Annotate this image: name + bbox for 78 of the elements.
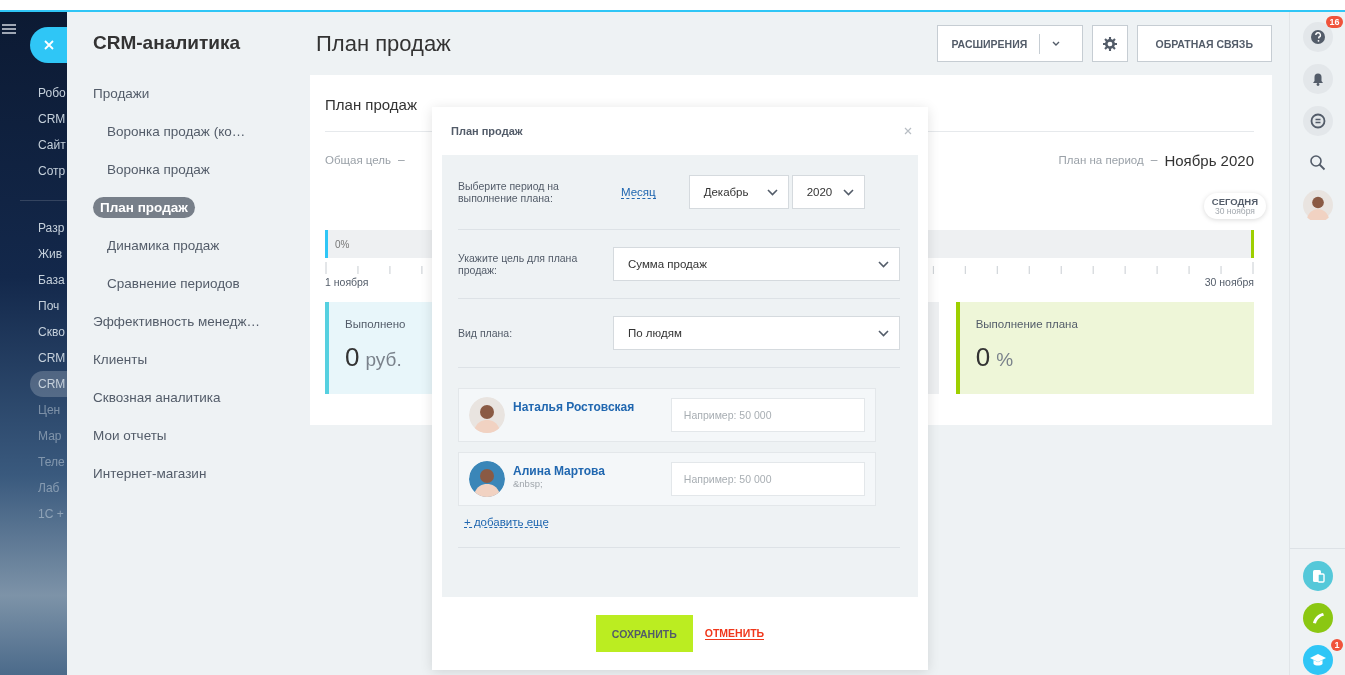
page-title: План продаж <box>316 30 451 57</box>
menu-item[interactable]: Поч <box>30 293 67 319</box>
amount-field[interactable]: Например: 50 000 <box>670 462 865 496</box>
menu-icon[interactable] <box>2 24 16 34</box>
dash-mark: – <box>1150 153 1158 167</box>
menu-item[interactable]: CRM <box>30 106 67 132</box>
today-line <box>1251 230 1254 258</box>
add-more-link[interactable]: + добавить еще <box>464 516 549 528</box>
nav-item[interactable]: Мои отчеты <box>93 424 167 446</box>
nav-item[interactable]: Воронка продаж <box>107 158 210 180</box>
dropdown[interactable]: 2020 <box>791 175 865 209</box>
date-label: 1 ноября <box>325 276 369 288</box>
amount-field[interactable]: Например: 50 000 <box>670 398 865 432</box>
goal-label: Общая цель <box>325 154 391 166</box>
dropdown[interactable]: По людям <box>613 316 900 350</box>
period-value: Ноябрь 2020 <box>1164 151 1254 169</box>
stat-unit: % <box>996 349 1014 371</box>
person-name[interactable]: Наталья Ростовская <box>513 400 663 414</box>
settings-button[interactable] <box>1091 25 1128 62</box>
field-label: Выберите период на выполнение плана: <box>458 179 560 205</box>
today-date: 30 ноября <box>1214 207 1255 216</box>
nav-item[interactable]: Воронка продаж (ко… <box>107 120 246 142</box>
nav-item[interactable]: Сравнение периодов <box>107 272 240 294</box>
stat-label: Выполнено <box>345 318 407 330</box>
menu-item[interactable]: Робо <box>30 80 67 106</box>
menu-item[interactable]: Скво <box>30 319 67 345</box>
save-button[interactable]: СОХРАНИТЬ <box>595 615 693 652</box>
nav-item[interactable]: Клиенты <box>93 348 148 370</box>
caret-icon <box>1052 41 1061 46</box>
nav-item[interactable]: План продаж <box>93 196 195 218</box>
nav-item[interactable]: Продажи <box>93 82 150 104</box>
menu-item[interactable]: CRM <box>30 345 67 371</box>
field-label: Вид плана: <box>458 326 514 340</box>
menu-item[interactable]: База <box>30 267 67 293</box>
menu-item[interactable]: Жив <box>30 241 67 267</box>
panel-title: CRM-аналитика <box>93 32 242 54</box>
count-badge: 1 <box>1331 639 1343 651</box>
person-name[interactable]: Алина Мартова <box>513 464 663 478</box>
card-title: План продаж <box>325 94 417 113</box>
chevron-icon <box>766 188 778 196</box>
chevron-icon <box>878 260 889 268</box>
count-badge: 16 <box>1326 16 1343 28</box>
menu-item[interactable]: Разр <box>30 215 67 241</box>
period-link[interactable]: Месяц <box>621 185 656 199</box>
nav-item[interactable]: Сквозная аналитика <box>93 386 221 408</box>
chevron-icon <box>842 188 854 196</box>
chevron-icon <box>878 329 889 337</box>
chat-icon[interactable] <box>1302 106 1333 136</box>
nav-item[interactable]: Динамика продаж <box>107 234 220 256</box>
period-label: План на период <box>1058 154 1144 166</box>
user-avatar[interactable] <box>1302 190 1333 220</box>
extensions-button[interactable]: РАСШИРЕНИЯ <box>936 25 1083 62</box>
avatar-icon <box>469 461 505 497</box>
person-subtitle: &nbsp; <box>513 478 544 489</box>
close-button[interactable] <box>30 27 67 63</box>
close-icon <box>43 40 54 50</box>
dropdown[interactable]: Декабрь <box>688 175 789 209</box>
field-label: Укажите цель для плана продаж: <box>458 251 579 277</box>
feedback-button[interactable]: ОБРАТНАЯ СВЯЗЬ <box>1136 25 1272 62</box>
stat-value: 0 <box>975 342 991 373</box>
menu-item[interactable]: CRM <box>30 371 67 397</box>
stat-value: 0 <box>345 342 360 373</box>
dialog-title: План продаж <box>451 125 523 137</box>
cancel-link[interactable]: ОТМЕНИТЬ <box>704 627 765 640</box>
dash-mark: – <box>398 153 405 167</box>
stat-unit: руб. <box>365 349 402 371</box>
bell-icon[interactable] <box>1302 64 1333 94</box>
nav-item[interactable]: Интернет-магазин <box>93 462 207 484</box>
menu-item[interactable]: Сотр <box>30 158 67 184</box>
dropdown[interactable]: Сумма продаж <box>613 247 900 281</box>
gear-icon <box>1102 36 1117 51</box>
progress-reading: 0% <box>334 238 350 250</box>
stat-label: Выполнение плана <box>975 318 1079 330</box>
nav-item[interactable]: Эффективность менедж… <box>93 310 260 332</box>
avatar-icon <box>469 397 505 433</box>
menu-item[interactable]: Сайт <box>30 132 67 158</box>
date-label: 30 ноября <box>1204 276 1254 288</box>
today-label: СЕГОДНЯ <box>1211 196 1258 207</box>
